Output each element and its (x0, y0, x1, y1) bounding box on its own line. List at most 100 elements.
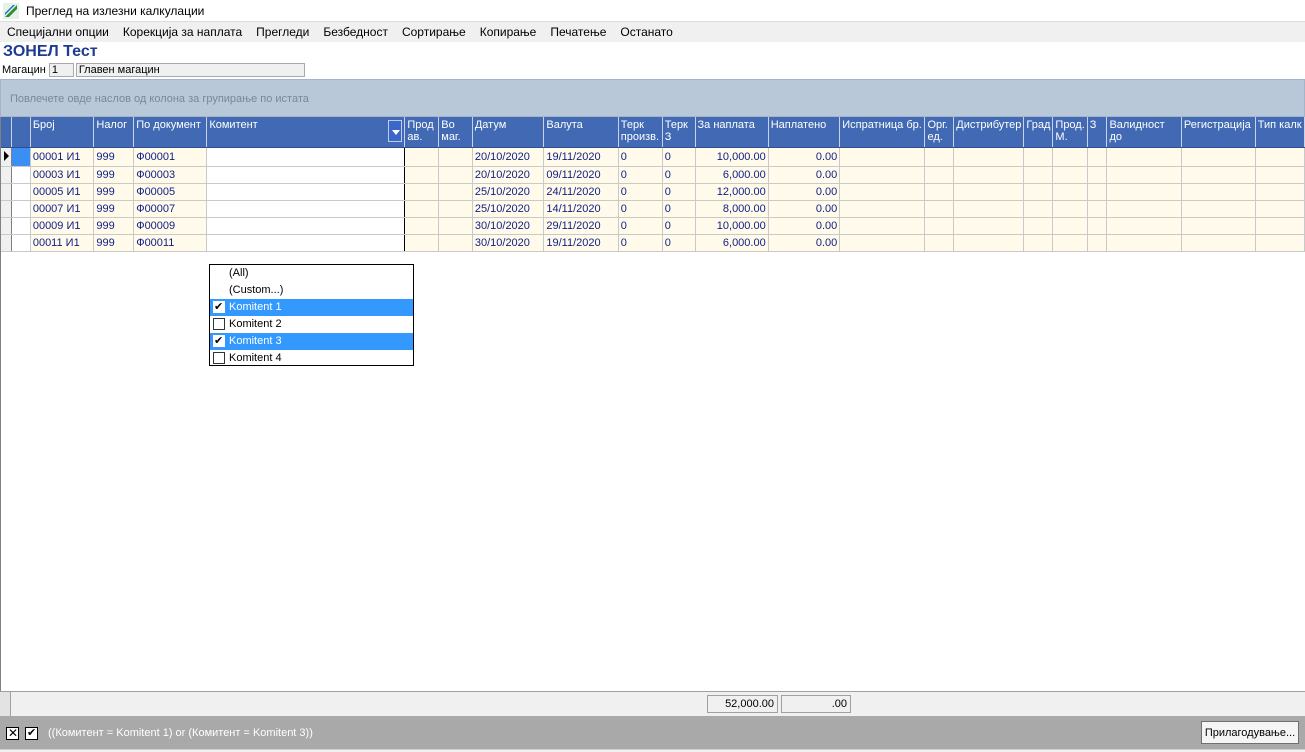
table-cell[interactable]: 10,000.00 (695, 217, 769, 235)
table-row[interactable]: 00011 И1 999 Ф00011 30/10/2020 19/11/2020 0 0 6… (1, 234, 1305, 252)
table-cell[interactable]: 0 (662, 183, 696, 201)
table-cell[interactable] (1255, 200, 1305, 218)
filter-option[interactable]: Komitent 4 (210, 350, 413, 367)
table-cell[interactable]: 6,000.00 (695, 234, 769, 252)
table-cell[interactable]: 0 (618, 166, 663, 184)
table-cell[interactable] (1087, 200, 1108, 218)
table-cell[interactable]: 0 (618, 183, 663, 201)
table-cell[interactable]: 0.00 (768, 234, 841, 252)
table-row[interactable]: 00001 И1 999 Ф00001 20/10/2020 19/11/2020 0 0 1… (1, 147, 1305, 167)
table-cell[interactable] (1181, 200, 1256, 218)
table-row[interactable]: 00007 И1 999 Ф00007 25/10/2020 14/11/2020 0 0 8… (1, 200, 1305, 218)
table-cell[interactable]: 0 (618, 217, 663, 235)
col-datum[interactable]: Датум (472, 117, 545, 148)
row-select-cell[interactable] (11, 166, 31, 184)
table-cell[interactable]: 0.00 (768, 147, 841, 167)
table-cell[interactable] (924, 147, 955, 167)
table-cell[interactable]: 00001 И1 (30, 147, 95, 167)
table-cell[interactable] (1023, 147, 1054, 167)
col-registracija[interactable]: Регистрација (1181, 117, 1256, 148)
table-cell[interactable]: 999 (93, 200, 135, 218)
table-cell[interactable] (924, 200, 955, 218)
table-cell[interactable] (924, 166, 955, 184)
menu-security[interactable]: Безбедност (316, 22, 395, 42)
table-cell[interactable] (404, 183, 440, 201)
table-cell[interactable]: 00003 И1 (30, 166, 95, 184)
table-cell[interactable]: 30/10/2020 (472, 217, 545, 235)
menu-sorting[interactable]: Сортирање (395, 22, 473, 42)
col-broj[interactable]: Број (30, 117, 95, 148)
table-cell[interactable]: Ф00001 (133, 147, 208, 167)
table-cell[interactable]: 999 (93, 183, 135, 201)
table-cell[interactable]: 0.00 (768, 200, 841, 218)
table-cell[interactable] (206, 200, 406, 218)
group-by-panel[interactable]: Повлечете овде наслов од колона за групи… (0, 79, 1305, 117)
table-row[interactable]: 00005 И1 999 Ф00005 25/10/2020 24/11/2020 0 0 1… (1, 183, 1305, 201)
table-cell[interactable] (404, 200, 440, 218)
table-cell[interactable] (438, 200, 473, 218)
table-cell[interactable] (839, 147, 926, 167)
table-cell[interactable]: 0 (662, 166, 696, 184)
col-grad[interactable]: Град (1023, 117, 1054, 148)
table-cell[interactable]: 29/11/2020 (543, 217, 619, 235)
table-cell[interactable]: 25/10/2020 (472, 183, 545, 201)
table-cell[interactable]: Ф00009 (133, 217, 208, 235)
table-cell[interactable]: 10,000.00 (695, 147, 769, 167)
table-cell[interactable]: 12,000.00 (695, 183, 769, 201)
table-cell[interactable] (1181, 166, 1256, 184)
table-cell[interactable] (404, 217, 440, 235)
col-distributer[interactable]: Дистрибутер (953, 117, 1025, 148)
menu-other[interactable]: Останато (613, 22, 679, 42)
table-cell[interactable] (1052, 234, 1088, 252)
table-row[interactable]: 00009 И1 999 Ф00009 30/10/2020 29/11/2020 0 0 1… (1, 217, 1305, 235)
col-terk-proizv[interactable]: Терк произв. (618, 117, 663, 148)
table-cell[interactable] (206, 234, 406, 252)
table-cell[interactable]: 25/10/2020 (472, 200, 545, 218)
table-cell[interactable] (1106, 217, 1182, 235)
table-cell[interactable] (1106, 200, 1182, 218)
table-cell[interactable] (839, 166, 926, 184)
table-cell[interactable] (1106, 234, 1182, 252)
table-cell[interactable]: 19/11/2020 (543, 234, 619, 252)
row-select-cell[interactable] (11, 234, 31, 252)
table-cell[interactable]: 0 (662, 200, 696, 218)
table-cell[interactable] (1255, 147, 1305, 167)
table-cell[interactable]: 0 (662, 234, 696, 252)
toggle-filter-checkbox[interactable] (25, 726, 38, 740)
table-cell[interactable]: 999 (93, 234, 135, 252)
komitent-filter-dropdown-icon[interactable] (388, 120, 403, 142)
table-cell[interactable]: 19/11/2020 (543, 147, 619, 167)
table-cell[interactable]: 0 (662, 217, 696, 235)
table-cell[interactable] (839, 217, 926, 235)
table-cell[interactable] (953, 147, 1025, 167)
table-cell[interactable]: 09/11/2020 (543, 166, 619, 184)
filter-option[interactable]: Komitent 2 (210, 316, 413, 333)
table-cell[interactable]: Ф00005 (133, 183, 208, 201)
col-prod-av[interactable]: Прод ав. (404, 117, 440, 148)
table-cell[interactable] (1087, 166, 1108, 184)
table-cell[interactable] (1023, 217, 1054, 235)
table-cell[interactable]: 14/11/2020 (543, 200, 619, 218)
checked-checkbox-icon[interactable] (213, 333, 225, 350)
table-cell[interactable] (1106, 183, 1182, 201)
filter-option[interactable]: Komitent 3 (210, 333, 413, 350)
col-po-dokument[interactable]: По документ (133, 117, 208, 148)
row-indicator[interactable] (1, 234, 13, 252)
table-cell[interactable]: 0.00 (768, 217, 841, 235)
table-cell[interactable]: 6,000.00 (695, 166, 769, 184)
table-cell[interactable] (1023, 234, 1054, 252)
table-cell[interactable]: 0 (618, 147, 663, 167)
col-vo-mag[interactable]: Во маг. (438, 117, 473, 148)
table-cell[interactable]: 00007 И1 (30, 200, 95, 218)
col-prod-m[interactable]: Прод. М. (1052, 117, 1088, 148)
table-cell[interactable] (1023, 166, 1054, 184)
table-cell[interactable] (1023, 183, 1054, 201)
table-cell[interactable] (438, 234, 473, 252)
checkbox-icon[interactable] (213, 318, 225, 330)
table-cell[interactable] (924, 217, 955, 235)
table-cell[interactable] (1052, 166, 1088, 184)
table-cell[interactable] (839, 200, 926, 218)
table-cell[interactable]: 30/10/2020 (472, 234, 545, 252)
table-cell[interactable] (1255, 217, 1305, 235)
table-cell[interactable] (1087, 217, 1108, 235)
